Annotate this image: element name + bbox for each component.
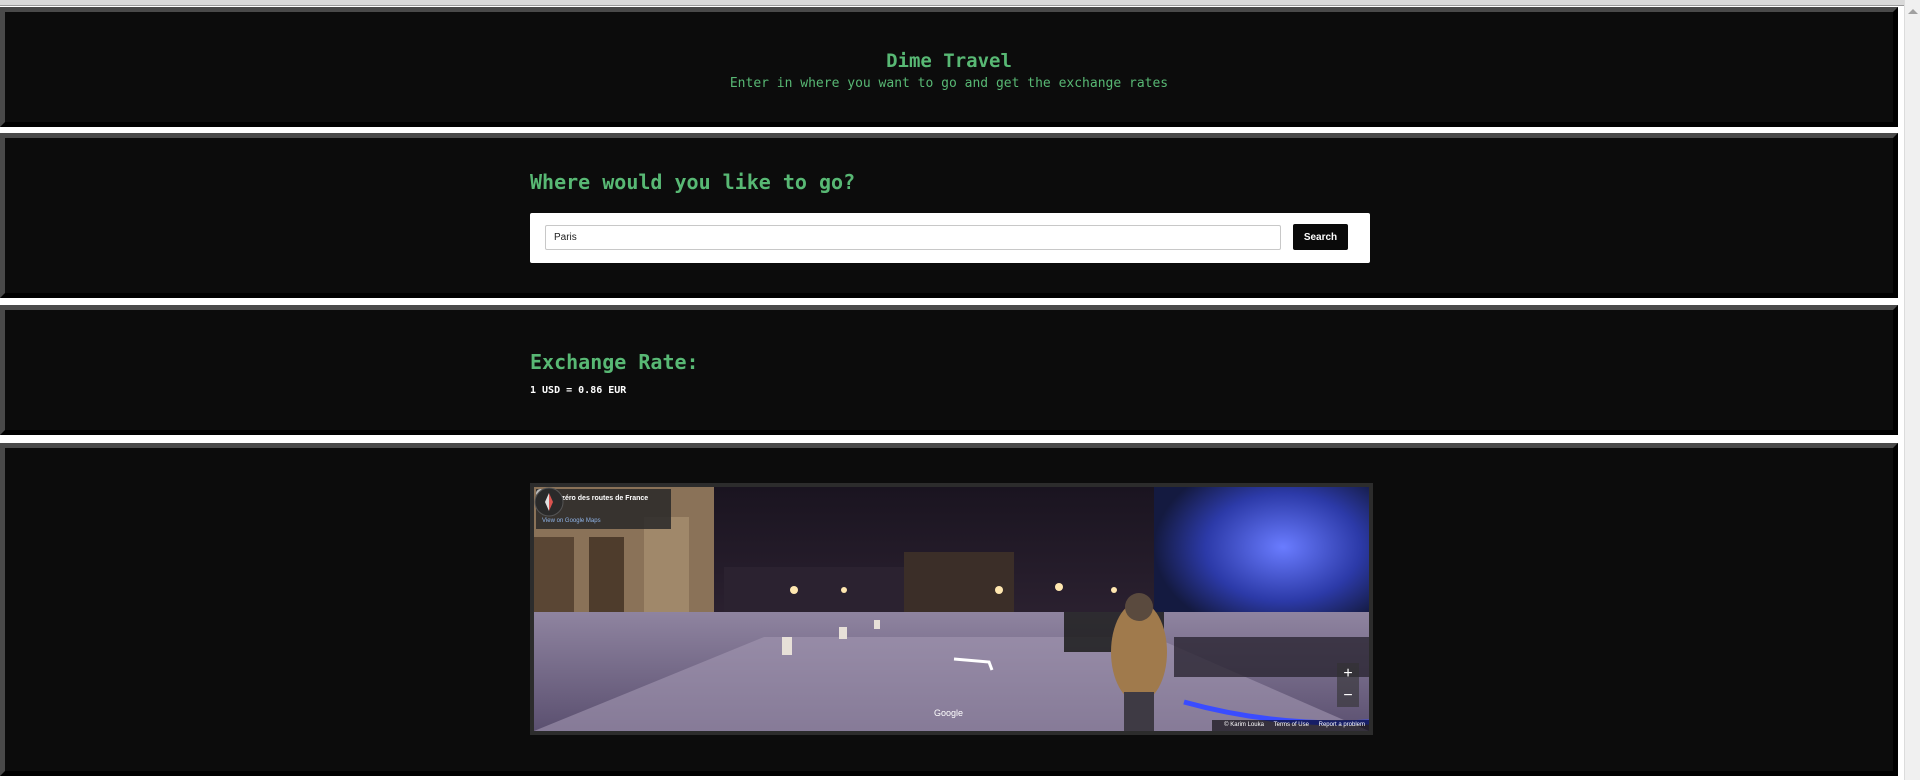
browser-top-edge bbox=[0, 0, 1904, 6]
site-title: Dime Travel bbox=[886, 50, 1012, 72]
attribution-credit: © Karim Louka bbox=[1224, 722, 1264, 728]
view-on-google-maps-link[interactable]: View on Google Maps bbox=[542, 518, 601, 524]
search-section: Where would you like to go? Search bbox=[0, 133, 1898, 298]
streetview-section: Point zéro des routes de France View on … bbox=[0, 443, 1898, 776]
zoom-controls: + − bbox=[1337, 663, 1359, 707]
zoom-in-button[interactable]: + bbox=[1337, 663, 1359, 685]
exchange-rate-text: 1 USD = 0.86 EUR bbox=[530, 385, 627, 396]
google-logo: Google bbox=[934, 708, 964, 718]
zoom-out-button[interactable]: − bbox=[1337, 685, 1359, 707]
header-section: Dime Travel Enter in where you want to g… bbox=[0, 7, 1898, 127]
search-button[interactable]: Search bbox=[1293, 224, 1348, 250]
compass-icon[interactable] bbox=[534, 487, 564, 517]
report-problem-link[interactable]: Report a problem bbox=[1319, 722, 1365, 728]
search-heading: Where would you like to go? bbox=[530, 170, 856, 194]
terms-of-use-link[interactable]: Terms of Use bbox=[1274, 722, 1309, 728]
destination-input[interactable] bbox=[545, 225, 1281, 250]
street-view-panorama[interactable]: Point zéro des routes de France View on … bbox=[530, 483, 1373, 735]
site-subtitle: Enter in where you want to go and get th… bbox=[729, 76, 1169, 91]
scroll-up-arrow-icon[interactable] bbox=[1908, 9, 1918, 14]
search-form: Search bbox=[530, 213, 1370, 263]
vertical-scrollbar[interactable] bbox=[1904, 0, 1920, 780]
exchange-section: Exchange Rate: 1 USD = 0.86 EUR bbox=[0, 305, 1898, 435]
map-attribution: © Karim Louka Terms of Use Report a prob… bbox=[1212, 720, 1369, 731]
exchange-heading: Exchange Rate: bbox=[530, 350, 699, 374]
